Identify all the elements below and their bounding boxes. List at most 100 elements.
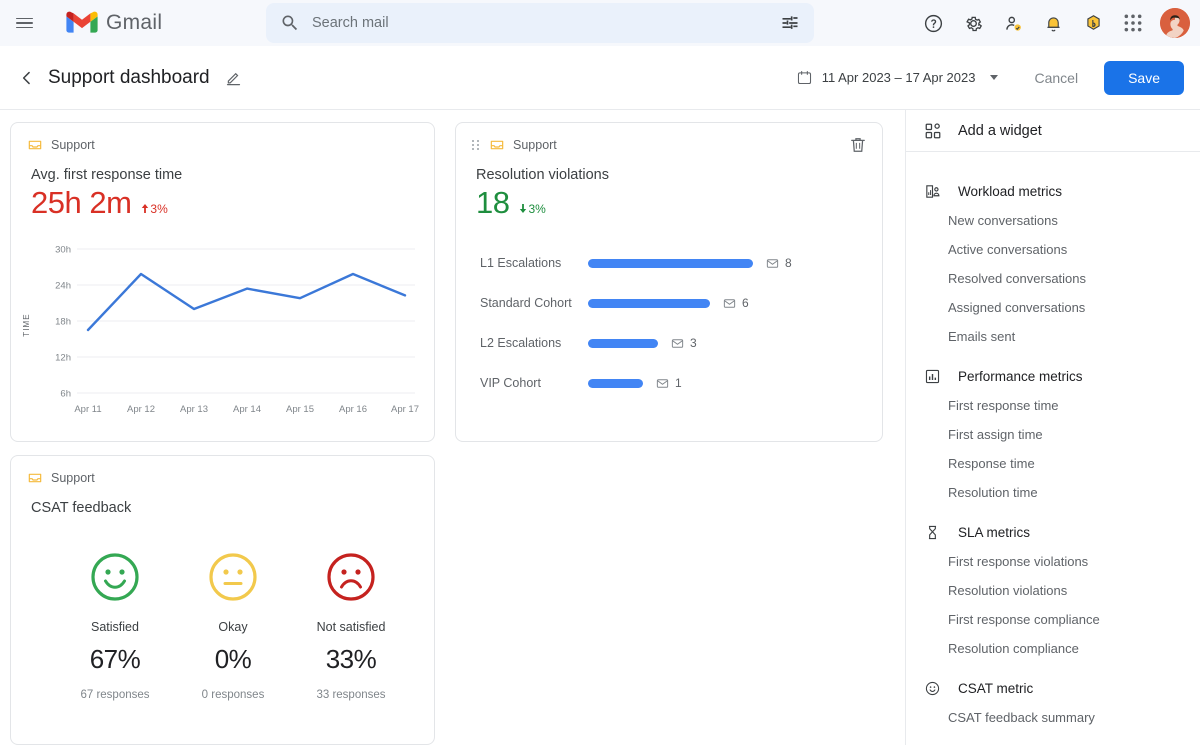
date-range-picker[interactable]: 11 Apr 2023 – 17 Apr 2023 xyxy=(788,63,1007,92)
page-title: Support dashboard xyxy=(48,66,210,88)
sidebar-item-new-conversations[interactable]: New conversations xyxy=(906,206,1200,235)
svg-text:12h: 12h xyxy=(55,353,71,364)
topbar-actions xyxy=(916,0,1190,46)
svg-text:6h: 6h xyxy=(60,389,71,400)
csat-metric-icon xyxy=(925,681,940,695)
card-header: Support xyxy=(456,123,882,153)
svg-text:Apr 15: Apr 15 xyxy=(286,404,314,415)
sidebar-header: Add a widget xyxy=(906,110,1200,152)
bar-track xyxy=(588,338,658,348)
bar-row: L2 Escalations 3 xyxy=(480,323,866,363)
mail-icon xyxy=(766,258,779,268)
bar-fill xyxy=(588,258,753,268)
help-icon[interactable] xyxy=(916,6,950,40)
bar-track xyxy=(588,258,753,268)
chevron-down-icon xyxy=(990,75,999,80)
notifications-bell-icon[interactable] xyxy=(1036,6,1070,40)
bar-value: 1 xyxy=(675,376,682,390)
shield-badge-icon[interactable] xyxy=(1076,6,1110,40)
edit-pencil-icon[interactable] xyxy=(224,68,244,88)
sla-metrics-icon xyxy=(928,525,937,539)
dashboard-body: Support Avg. first response time 25h 2m … xyxy=(0,110,1200,745)
sidebar-item-response-time[interactable]: Response time xyxy=(906,449,1200,478)
search-input[interactable] xyxy=(312,15,780,31)
mail-icon xyxy=(723,298,736,308)
bar-fill xyxy=(588,378,643,388)
svg-text:Apr 17: Apr 17 xyxy=(391,404,419,415)
sidebar-item-first-assign-time[interactable]: First assign time xyxy=(906,420,1200,449)
search-bar[interactable] xyxy=(266,3,814,43)
sidebar-item-assigned-conversations[interactable]: Assigned conversations xyxy=(906,293,1200,322)
line-chart: 30h 24h 18h 12h 6h TIME Apr 11 Apr 12 Ap… xyxy=(11,221,434,416)
sidebar-item-resolution-time[interactable]: Resolution time xyxy=(906,478,1200,507)
inbox-icon xyxy=(490,140,504,150)
gmail-brand[interactable]: Gmail xyxy=(66,11,162,35)
cancel-button[interactable]: Cancel xyxy=(1018,62,1094,94)
sidebar-item-first-response-compliance[interactable]: First response compliance xyxy=(906,605,1200,634)
csat-label: Not satisfied xyxy=(316,620,386,634)
card-source-label: Support xyxy=(51,471,95,485)
smiley-sad-icon xyxy=(327,553,375,601)
add-widget-icon xyxy=(925,122,941,138)
performance-metrics-icon xyxy=(925,369,940,383)
bar-value: 8 xyxy=(785,256,792,270)
mail-icon xyxy=(671,338,684,348)
metric-delta-value: 3% xyxy=(528,201,546,216)
card-source-label: Support xyxy=(513,138,557,152)
sidebar-groups: Workload metrics New conversations Activ… xyxy=(906,152,1200,732)
sidebar-title: Add a widget xyxy=(958,122,1042,139)
sidebar-item-csat-feedback-summary[interactable]: CSAT feedback summary xyxy=(906,703,1200,732)
hamburger-menu-icon[interactable] xyxy=(4,3,44,43)
dashboard-header-actions: 11 Apr 2023 – 17 Apr 2023 Cancel Save xyxy=(788,60,1184,95)
widget-metric: 25h 2m 3% xyxy=(11,183,434,221)
widget-metric: 18 3% xyxy=(456,183,882,221)
smiley-neutral-icon xyxy=(209,553,257,601)
inbox-icon xyxy=(28,140,42,150)
widget-card-resolution-violations[interactable]: Support Resolution violations 18 3% L1 E… xyxy=(455,122,883,442)
bar-label: Standard Cohort xyxy=(480,296,572,310)
drag-handle-icon[interactable] xyxy=(472,140,479,150)
sidebar-group-workload-metrics: Workload metrics xyxy=(906,176,1200,206)
svg-text:18h: 18h xyxy=(55,317,71,328)
svg-text:Apr 11: Apr 11 xyxy=(74,404,101,415)
bar-meta: 8 xyxy=(766,256,792,270)
widget-card-csat-feedback[interactable]: Support CSAT feedback Satisfied 67% 67 r… xyxy=(10,455,435,745)
mail-icon xyxy=(656,378,669,388)
csat-label: Satisfied xyxy=(91,620,139,634)
svg-text:TIME: TIME xyxy=(22,313,31,337)
sidebar-item-active-conversations[interactable]: Active conversations xyxy=(906,235,1200,264)
sidebar-item-resolution-compliance[interactable]: Resolution compliance xyxy=(906,634,1200,663)
metric-value: 18 xyxy=(476,185,510,220)
contacts-icon[interactable] xyxy=(996,6,1030,40)
sidebar-item-first-response-time[interactable]: First response time xyxy=(906,391,1200,420)
csat-responses: 33 responses xyxy=(316,689,386,701)
bar-fill xyxy=(588,338,658,348)
add-widget-sidebar: Add a widget Workload metrics New conver… xyxy=(905,110,1200,745)
bar-label: VIP Cohort xyxy=(480,376,541,390)
card-header: Support xyxy=(11,123,434,153)
save-button[interactable]: Save xyxy=(1104,60,1184,95)
avatar[interactable] xyxy=(1160,8,1190,38)
sidebar-item-first-response-violations[interactable]: First response violations xyxy=(906,547,1200,576)
bar-meta: 1 xyxy=(656,376,682,390)
delete-widget-icon[interactable] xyxy=(848,135,868,155)
apps-grid-icon[interactable] xyxy=(1116,6,1150,40)
sidebar-group-label: Workload metrics xyxy=(958,183,1063,199)
bar-meta: 3 xyxy=(671,336,697,350)
search-icon xyxy=(282,15,298,31)
csat-responses: 67 responses xyxy=(80,689,150,701)
sidebar-item-resolved-conversations[interactable]: Resolved conversations xyxy=(906,264,1200,293)
search-options-icon[interactable] xyxy=(780,13,800,33)
bar-chart: L1 Escalations 8 Standard Cohort 6 L2 Es… xyxy=(456,221,882,403)
widget-card-first-response-time[interactable]: Support Avg. first response time 25h 2m … xyxy=(10,122,435,442)
back-chevron-icon[interactable] xyxy=(14,65,40,91)
widget-title: Avg. first response time xyxy=(31,167,183,183)
settings-icon[interactable] xyxy=(956,6,990,40)
sidebar-item-emails-sent[interactable]: Emails sent xyxy=(906,322,1200,351)
csat-responses: 0 responses xyxy=(201,689,265,701)
widget-title: CSAT feedback xyxy=(31,500,132,516)
svg-text:Apr 16: Apr 16 xyxy=(339,404,367,415)
bar-meta: 6 xyxy=(723,296,749,310)
metric-delta-value: 3% xyxy=(150,201,168,216)
sidebar-item-resolution-violations[interactable]: Resolution violations xyxy=(906,576,1200,605)
